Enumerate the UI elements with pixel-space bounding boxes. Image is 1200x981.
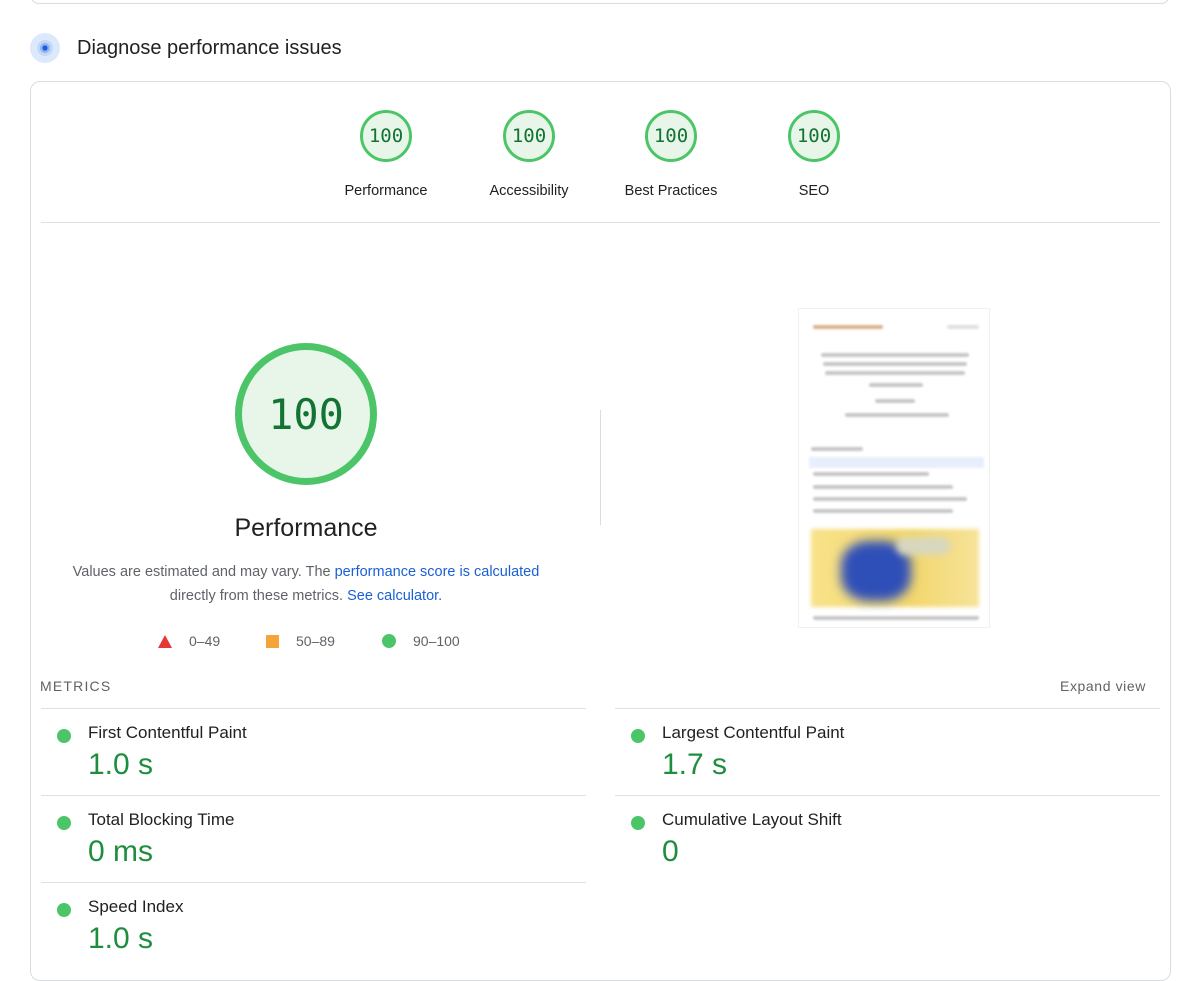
circle-icon [382, 634, 396, 648]
performance-score-gauge: 100 [235, 343, 377, 485]
metric-name: First Contentful Paint [88, 723, 247, 742]
page-screenshot-thumbnail[interactable] [798, 308, 990, 628]
metric-divider [41, 795, 586, 796]
thumbnail-image [811, 529, 979, 607]
score-gauge: 100 [503, 110, 555, 162]
metric-divider [615, 708, 1160, 709]
section-header: Diagnose performance issues [30, 30, 342, 66]
pass-indicator-icon [631, 816, 645, 830]
metric-value: 1.7 s [662, 748, 728, 781]
score-label: SEO [798, 183, 830, 199]
metric-divider [41, 882, 586, 883]
score-accessibility[interactable]: 100 Accessibility [459, 110, 599, 199]
square-icon [266, 634, 279, 648]
legend-label: 50–89 [296, 633, 335, 649]
metric-divider [41, 708, 586, 709]
pass-indicator-icon [57, 903, 71, 917]
disclaimer-text: Values are estimated and may vary. The [72, 564, 335, 580]
pass-indicator-icon [631, 729, 645, 743]
expand-view-button[interactable]: Expand view [1060, 678, 1146, 694]
pass-indicator-icon [57, 729, 71, 743]
legend-label: 0–49 [189, 633, 221, 649]
score-gauge: 100 [788, 110, 840, 162]
metric-divider [615, 795, 1160, 796]
legend-pass: 90–100 [382, 632, 460, 650]
metric-name: Total Blocking Time [88, 810, 235, 829]
disclaimer-text-2: directly from these metrics. [169, 587, 344, 604]
scores-divider [41, 222, 1160, 223]
score-gauge: 100 [645, 110, 697, 162]
previous-card-edge [30, 0, 1170, 4]
metrics-header: METRICS [40, 678, 112, 694]
section-title: Diagnose performance issues [77, 36, 342, 59]
gauge-icon [30, 33, 60, 63]
metric-name: Largest Contentful Paint [662, 723, 845, 742]
score-label: Accessibility [489, 183, 569, 199]
score-disclaimer: Values are estimated and may vary. The p… [56, 561, 556, 608]
score-label: Best Practices [624, 183, 718, 199]
performance-title: Performance [234, 514, 378, 542]
metric-name: Speed Index [88, 897, 184, 916]
triangle-icon [158, 634, 172, 648]
vertical-divider [600, 410, 601, 525]
pass-indicator-icon [57, 816, 71, 830]
score-calculation-link[interactable]: performance score is calculated [335, 564, 540, 580]
score-label: Performance [344, 183, 428, 199]
metric-value: 0 ms [88, 835, 154, 868]
score-performance[interactable]: 100 Performance [316, 110, 456, 199]
metric-value: 1.0 s [88, 748, 154, 781]
legend-fail: 0–49 [158, 632, 220, 650]
metric-value: 1.0 s [88, 922, 154, 955]
score-seo[interactable]: 100 SEO [744, 110, 884, 199]
metric-value: 0 [662, 835, 679, 868]
legend-average: 50–89 [266, 632, 335, 650]
legend-label: 90–100 [413, 633, 460, 649]
see-calculator-link[interactable]: See calculator. [347, 588, 442, 604]
score-best-practices[interactable]: 100 Best Practices [601, 110, 741, 199]
metric-name: Cumulative Layout Shift [662, 810, 842, 829]
score-gauge: 100 [360, 110, 412, 162]
